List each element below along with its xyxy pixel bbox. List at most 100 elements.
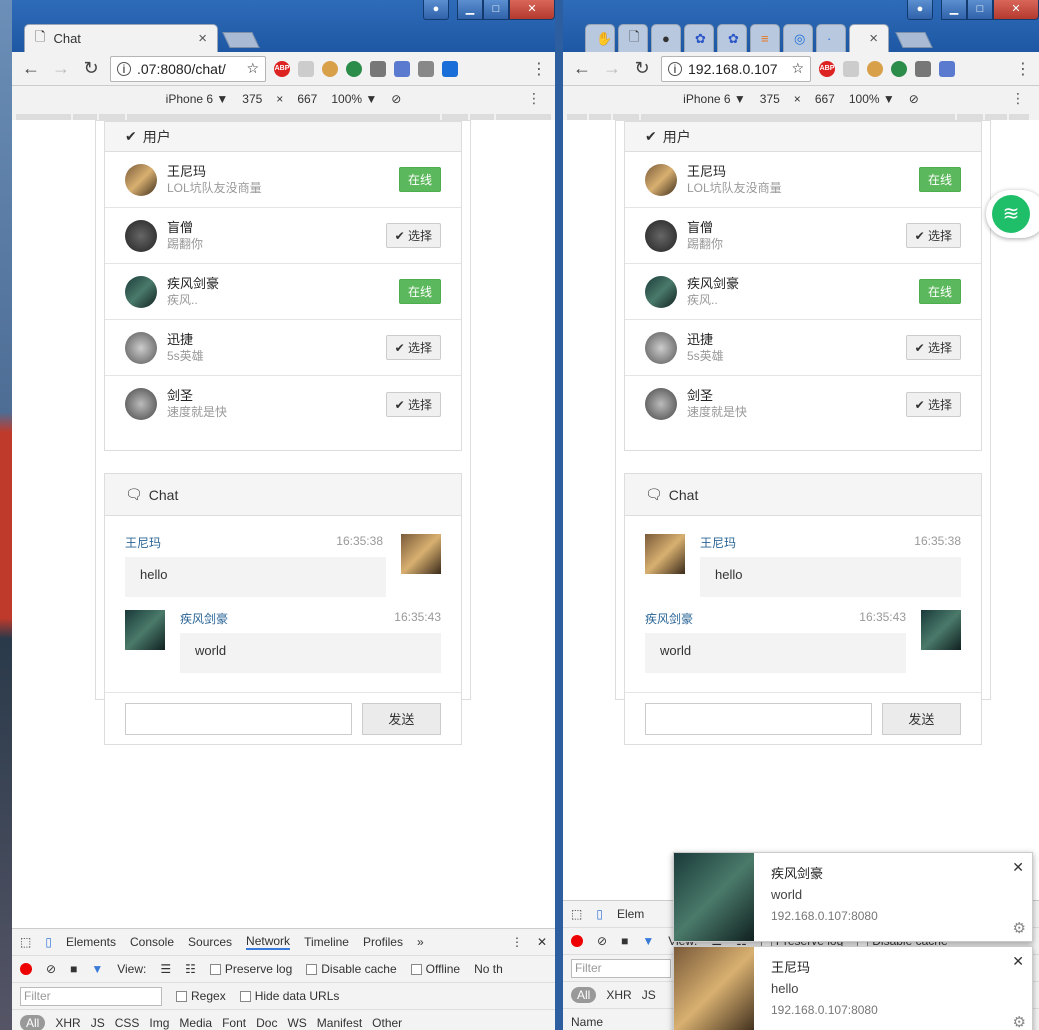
- globe-icon[interactable]: [891, 60, 907, 77]
- desktop-notification[interactable]: 疾风剑豪 world 192.168.0.107:8080 ✕ ⚙: [673, 852, 1033, 942]
- profile-icon[interactable]: ●: [423, 0, 449, 20]
- hide-data-urls-checkbox[interactable]: Hide data URLs: [239, 989, 339, 1003]
- select-button[interactable]: ✔ 选择: [385, 335, 441, 360]
- type-filter-xhr[interactable]: XHR: [606, 988, 631, 1002]
- tab-chat[interactable]: 🗋 Chat ×: [24, 24, 218, 52]
- select-button[interactable]: ✔ 选择: [905, 223, 961, 248]
- close-icon[interactable]: ✕: [1012, 953, 1024, 970]
- back-icon[interactable]: ←: [20, 58, 42, 79]
- extension-icon[interactable]: [915, 60, 931, 77]
- inspect-icon[interactable]: ⬚: [571, 907, 582, 921]
- record-icon[interactable]: [20, 963, 32, 975]
- user-row[interactable]: 剑圣 速度就是快 ✔ 选择: [105, 376, 461, 432]
- type-filter-all[interactable]: All: [571, 987, 597, 1003]
- inspect-icon[interactable]: ⬚: [20, 935, 31, 949]
- new-tab-button[interactable]: [222, 32, 260, 48]
- rotate-icon[interactable]: ⊘: [909, 92, 919, 106]
- select-button[interactable]: ✔ 选择: [905, 335, 961, 360]
- type-filter-font[interactable]: Font: [222, 1016, 246, 1030]
- filter-input[interactable]: Filter: [20, 986, 162, 1006]
- type-filter-all[interactable]: All: [20, 1015, 46, 1030]
- list-view-icon[interactable]: ☰: [160, 962, 171, 976]
- zoom-select[interactable]: 100% ▼: [331, 92, 377, 106]
- zoom-select[interactable]: 100% ▼: [849, 92, 895, 106]
- clear-icon[interactable]: ⊘: [597, 934, 607, 948]
- wifi-floating-button[interactable]: ≋: [986, 190, 1039, 238]
- device-select[interactable]: iPhone 6 ▼: [683, 92, 746, 106]
- emulation-height[interactable]: 667: [297, 92, 317, 106]
- tab-elements[interactable]: Elem: [617, 907, 644, 921]
- record-icon[interactable]: [571, 935, 583, 947]
- waterfall-icon[interactable]: ☷: [185, 962, 196, 976]
- maximize-button[interactable]: □: [483, 0, 509, 20]
- adblock-icon[interactable]: ABP: [274, 60, 290, 77]
- more-tabs-icon[interactable]: »: [417, 935, 424, 949]
- minimize-button[interactable]: ▁: [941, 0, 967, 20]
- tab-console[interactable]: Console: [130, 935, 174, 949]
- filter-icon[interactable]: ▼: [91, 962, 103, 976]
- reload-icon[interactable]: ↻: [80, 58, 102, 79]
- clear-icon[interactable]: ⊘: [46, 962, 56, 976]
- user-row[interactable]: 剑圣 速度就是快 ✔ 选择: [625, 376, 981, 432]
- device-select[interactable]: iPhone 6 ▼: [166, 92, 229, 106]
- tab-sources[interactable]: Sources: [188, 935, 232, 949]
- tab-baidu[interactable]: ✿: [717, 24, 747, 52]
- tab-hand[interactable]: ✋: [585, 24, 615, 52]
- preserve-log-checkbox[interactable]: Preserve log: [209, 962, 292, 976]
- tab-close-icon[interactable]: ×: [869, 30, 878, 47]
- cookie-icon[interactable]: [867, 60, 883, 77]
- type-filter-manifest[interactable]: Manifest: [317, 1016, 362, 1030]
- device-mode-icon[interactable]: ▯: [45, 935, 52, 949]
- camera-icon[interactable]: ■: [70, 962, 77, 976]
- user-row[interactable]: 盲僧 踢翻你 ✔ 选择: [625, 208, 981, 264]
- tab-chat[interactable]: ×: [849, 24, 889, 52]
- tab-loading[interactable]: ·: [816, 24, 846, 52]
- user-row[interactable]: 疾风剑豪 疾风.. 在线: [105, 264, 461, 320]
- desktop-notification[interactable]: 王尼玛 hello 192.168.0.107:8080 ✕ ⚙: [673, 946, 1033, 1030]
- filter-icon[interactable]: ▼: [642, 934, 654, 948]
- type-filter-js[interactable]: JS: [642, 988, 656, 1002]
- filter-input[interactable]: Filter: [571, 958, 671, 978]
- tab-timeline[interactable]: Timeline: [304, 935, 349, 949]
- send-button[interactable]: 发送: [361, 702, 441, 735]
- emulation-width[interactable]: 375: [242, 92, 262, 106]
- message-sender[interactable]: 疾风剑豪: [645, 610, 693, 627]
- close-button[interactable]: ✕: [509, 0, 555, 20]
- tab-close-icon[interactable]: ×: [198, 30, 207, 47]
- devtools-menu-icon[interactable]: ⋮: [511, 935, 523, 949]
- forward-icon[interactable]: →: [50, 58, 72, 79]
- message-input[interactable]: [125, 702, 352, 735]
- tab-stackoverflow[interactable]: ≡: [750, 24, 780, 52]
- address-bar[interactable]: i 192.168.0.107 ☆: [661, 55, 811, 82]
- tab-network[interactable]: Network: [246, 934, 291, 950]
- type-filter-js[interactable]: JS: [91, 1016, 105, 1030]
- info-icon[interactable]: i: [668, 61, 682, 76]
- user-row[interactable]: 王尼玛 LOL坑队友没商量 在线: [625, 152, 981, 208]
- user-row[interactable]: 迅捷 5s英雄 ✔ 选择: [625, 320, 981, 376]
- menu-icon[interactable]: ⋮: [531, 59, 547, 79]
- tab-profiles[interactable]: Profiles: [363, 935, 403, 949]
- back-icon[interactable]: ←: [571, 58, 593, 79]
- tab-elements[interactable]: Elements: [66, 935, 116, 949]
- type-filter-img[interactable]: Img: [149, 1016, 169, 1030]
- emulation-width[interactable]: 375: [760, 92, 780, 106]
- type-filter-xhr[interactable]: XHR: [55, 1016, 80, 1030]
- message-sender[interactable]: 王尼玛: [700, 534, 736, 551]
- message-sender[interactable]: 王尼玛: [125, 534, 161, 551]
- address-bar[interactable]: i .07:8080/chat/ ☆: [110, 55, 266, 82]
- select-button[interactable]: ✔ 选择: [385, 391, 441, 417]
- regex-checkbox[interactable]: Regex: [176, 989, 226, 1003]
- send-button[interactable]: 发送: [881, 702, 961, 735]
- extension-icon[interactable]: [298, 60, 314, 77]
- new-tab-button[interactable]: [895, 32, 933, 48]
- message-sender[interactable]: 疾风剑豪: [180, 610, 228, 627]
- cookie-icon[interactable]: [322, 60, 338, 77]
- extension-icon[interactable]: [418, 60, 434, 77]
- disable-cache-checkbox[interactable]: Disable cache: [306, 962, 397, 976]
- more-options-icon[interactable]: ⋮: [527, 90, 541, 107]
- tab-page[interactable]: 🗋: [618, 24, 648, 52]
- type-filter-media[interactable]: Media: [179, 1016, 212, 1030]
- profile-icon[interactable]: ●: [907, 0, 933, 20]
- extension-icon[interactable]: [939, 60, 955, 77]
- throttle-select[interactable]: No th: [474, 962, 503, 976]
